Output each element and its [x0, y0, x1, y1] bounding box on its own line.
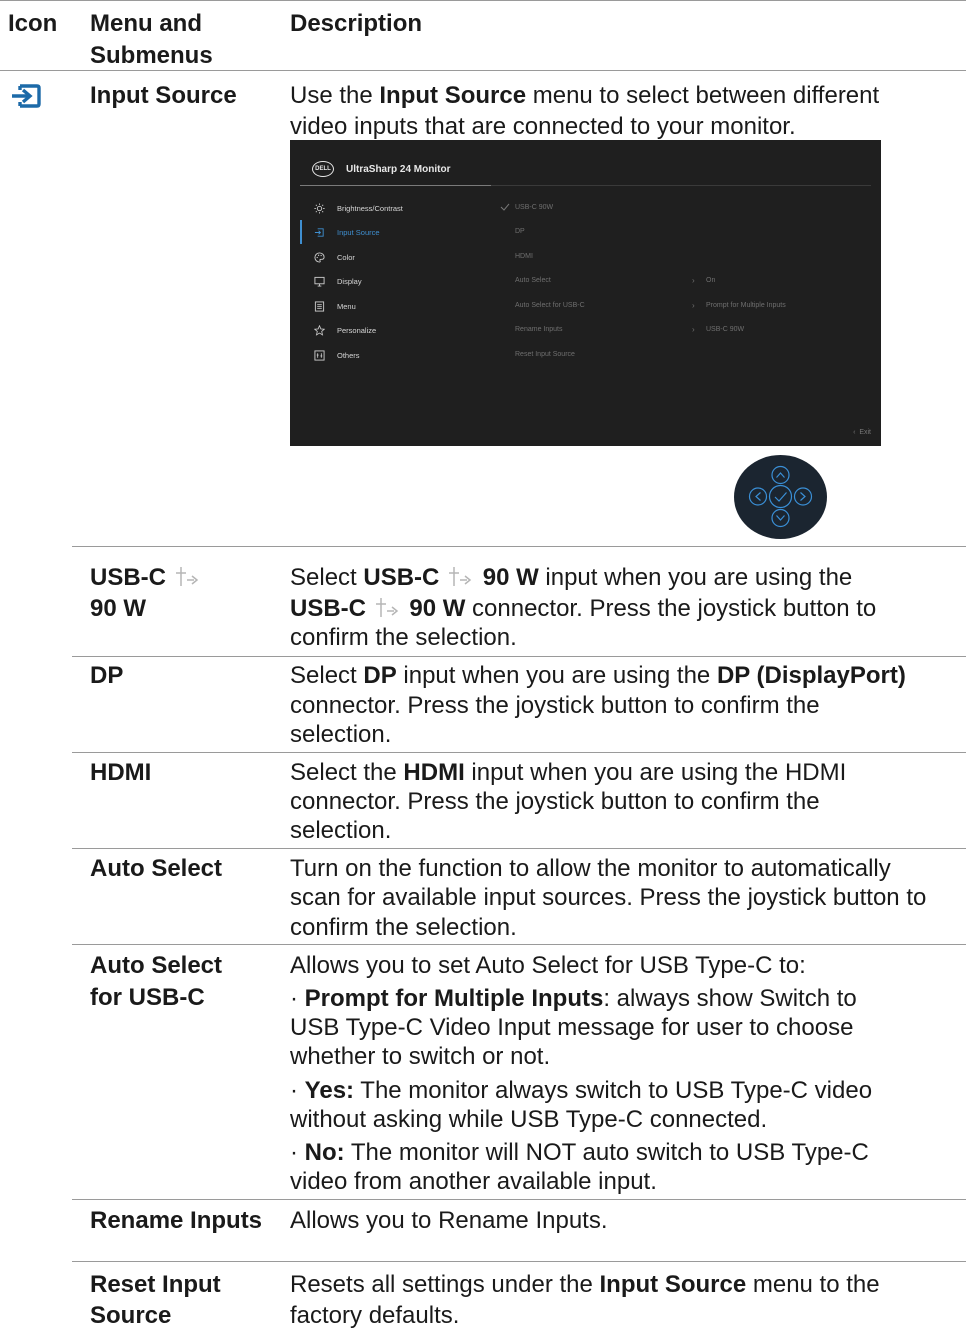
others-icon: [314, 349, 325, 361]
hdmi-desc-line2: connector. Press the joystick button to …: [290, 788, 820, 815]
menu-reset-line2: Source: [90, 1302, 172, 1329]
rename-desc: Allows you to Rename Inputs.: [290, 1207, 608, 1234]
chevron-right-icon: ›: [692, 325, 695, 334]
osd-option-auto-select[interactable]: Auto Select: [515, 275, 551, 287]
joystick-diagram: [734, 455, 827, 539]
menu-dp: DP: [90, 662, 124, 689]
osd-exit[interactable]: ‹ Exit: [853, 429, 871, 436]
osd-screenshot: DELL UltraSharp 24 Monitor Brightness/Co…: [290, 140, 881, 446]
osd-header: DELL UltraSharp 24 Monitor: [312, 160, 450, 178]
osd-option-hdmi[interactable]: HDMI: [515, 251, 533, 263]
auto-usbc-intro: Allows you to set Auto Select for USB Ty…: [290, 952, 806, 979]
auto-desc-line3: confirm the selection.: [290, 914, 517, 941]
power-delivery-icon: [175, 566, 201, 588]
osd-value-auto-select-usbc: Prompt for Multiple Inputs: [706, 302, 786, 309]
osd-option-dp[interactable]: DP: [515, 226, 525, 238]
dp-desc-line2: connector. Press the joystick button to …: [290, 692, 820, 719]
menu-usbc-line2: 90 W: [90, 595, 147, 622]
usbc-desc-line3: confirm the selection.: [290, 624, 517, 651]
auto-usbc-prompt-line1: · Prompt for Multiple Inputs: always sho…: [290, 985, 857, 1012]
reset-desc-line2: factory defaults.: [290, 1302, 460, 1329]
osd-menu-menu[interactable]: Menu: [314, 299, 356, 313]
menu-icon: [314, 300, 325, 312]
hdmi-desc-line3: selection.: [290, 817, 392, 844]
row-rule: [72, 1199, 966, 1200]
menu-usbc-line1: USB-C: [90, 563, 280, 593]
input-source-icon: [314, 227, 324, 237]
usbc-desc-line1: Select USB-C 90 W input when you are usi…: [290, 564, 853, 591]
osd-option-usbc[interactable]: USB-C 90W: [515, 202, 553, 214]
row-rule: [72, 1261, 966, 1262]
chevron-left-icon: ‹: [853, 429, 856, 436]
menu-input-source: Input Source: [90, 82, 237, 109]
header-description: Description: [290, 10, 423, 37]
osd-divider-dim: [491, 185, 871, 186]
header-rule: [0, 70, 966, 71]
palette-icon: [314, 251, 325, 263]
menu-auto-select-usbc-line2: for USB-C: [90, 984, 205, 1011]
osd-menu-others[interactable]: Others: [314, 348, 360, 362]
input-source-desc-line1: Use the Input Source menu to select betw…: [290, 82, 880, 109]
row-rule: [72, 944, 966, 945]
osd-option-reset[interactable]: Reset Input Source: [515, 349, 575, 361]
dp-desc-line1: Select DP input when you are using the D…: [290, 662, 906, 689]
osd-option-rename[interactable]: Rename Inputs: [515, 324, 562, 336]
osd-menu-display[interactable]: Display: [314, 274, 362, 288]
auto-usbc-no-line2: video from another available input.: [290, 1168, 657, 1195]
top-rule: [0, 0, 966, 1]
row-rule: [72, 752, 966, 753]
brightness-icon: [314, 202, 325, 214]
header-icon: Icon: [8, 10, 58, 37]
auto-usbc-no-line1: · No: The monitor will NOT auto switch t…: [290, 1139, 869, 1166]
osd-selection-bar: [300, 220, 302, 244]
star-icon: [314, 324, 325, 336]
osd-menu-input-source[interactable]: Input Source: [314, 225, 380, 239]
menu-auto-select-usbc-line1: Auto Select: [90, 952, 223, 979]
input-source-icon: [10, 82, 42, 110]
chevron-right-icon: ›: [692, 276, 695, 285]
auto-usbc-prompt-line3: whether to switch or not.: [290, 1043, 551, 1070]
menu-auto-select: Auto Select: [90, 855, 223, 882]
checkmark-icon: [500, 203, 510, 211]
reset-desc-line1: Resets all settings under the Input Sour…: [290, 1271, 880, 1298]
auto-usbc-yes-line1: · Yes: The monitor always switch to USB …: [290, 1077, 873, 1104]
usbc-desc-line2: USB-C 90 W connector. Press the joystick…: [290, 595, 877, 622]
osd-divider: [300, 185, 491, 186]
osd-menu-brightness[interactable]: Brightness/Contrast: [314, 201, 403, 215]
auto-desc-line1: Turn on the function to allow the monito…: [290, 855, 891, 882]
osd-title: UltraSharp 24 Monitor: [346, 163, 451, 175]
auto-usbc-prompt-line2: USB Type-C Video Input message for user …: [290, 1014, 854, 1041]
menu-rename-inputs: Rename Inputs: [90, 1207, 263, 1234]
menu-reset-line1: Reset Input: [90, 1271, 221, 1298]
input-source-desc-line2: video inputs that are connected to your …: [290, 113, 796, 140]
osd-value-rename: USB-C 90W: [706, 326, 745, 333]
auto-desc-line2: scan for available input sources. Press …: [290, 884, 927, 911]
row-rule: [72, 546, 966, 547]
osd-option-auto-select-usbc[interactable]: Auto Select for USB-C: [515, 300, 585, 312]
auto-usbc-yes-line2: without asking while USB Type-C connecte…: [290, 1106, 768, 1133]
power-delivery-icon: [375, 597, 401, 619]
power-delivery-icon: [448, 566, 474, 588]
row-rule: [72, 656, 966, 657]
dell-logo: DELL: [312, 161, 334, 177]
header-menu-line1: Menu and: [90, 10, 202, 37]
header-menu-line2: Submenus: [90, 42, 213, 69]
monitor-icon: [314, 276, 325, 287]
dp-desc-line3: selection.: [290, 721, 392, 748]
chevron-right-icon: ›: [692, 301, 695, 310]
osd-menu-personalize[interactable]: Personalize: [314, 323, 376, 337]
row-rule: [72, 848, 966, 849]
menu-hdmi: HDMI: [90, 759, 152, 786]
osd-menu-color[interactable]: Color: [314, 250, 355, 264]
hdmi-desc-line1: Select the HDMI input when you are using…: [290, 759, 847, 786]
osd-value-auto-select: On: [706, 277, 716, 284]
